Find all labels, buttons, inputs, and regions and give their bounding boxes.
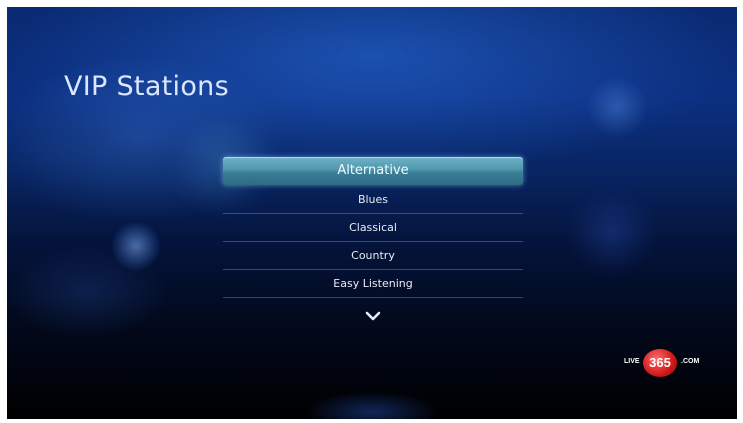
station-item-alternative[interactable]: Alternative	[223, 157, 523, 185]
station-item-blues[interactable]: Blues	[223, 186, 523, 214]
station-item-country[interactable]: Country	[223, 242, 523, 270]
screen-frame: VIP Stations Alternative Blues Classical…	[7, 7, 737, 419]
bokeh-light	[587, 77, 647, 137]
station-item-classical[interactable]: Classical	[223, 214, 523, 242]
station-item-easy-listening[interactable]: Easy Listening	[223, 270, 523, 298]
live365-logo: LIVE 365 .COM	[624, 347, 704, 379]
bokeh-light	[307, 392, 437, 419]
chevron-down-icon[interactable]	[365, 310, 381, 322]
logo-suffix: .COM	[681, 358, 700, 365]
logo-badge: 365	[643, 349, 677, 377]
bokeh-light	[112, 222, 160, 270]
station-list: Alternative Blues Classical Country Easy…	[223, 157, 523, 298]
bokeh-light	[7, 247, 167, 337]
logo-prefix: LIVE	[624, 358, 640, 365]
bokeh-light	[567, 187, 657, 277]
page-title: VIP Stations	[64, 71, 229, 102]
